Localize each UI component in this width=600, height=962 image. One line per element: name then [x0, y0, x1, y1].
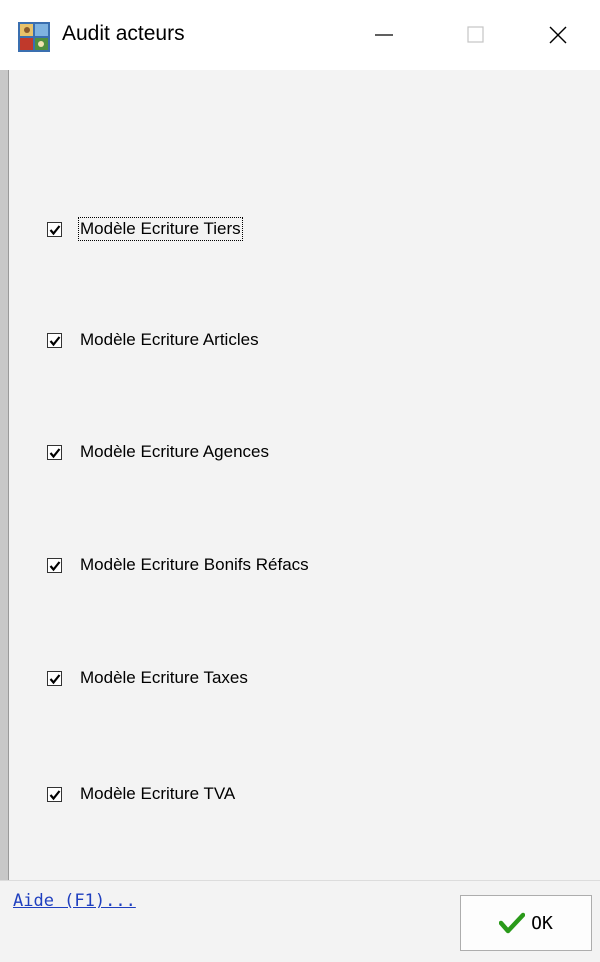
maximize-icon	[467, 26, 484, 43]
checkbox-label: Modèle Ecriture Articles	[80, 330, 259, 349]
check-icon	[49, 560, 61, 571]
checkbox-modele-ecriture-agences[interactable]: Modèle Ecriture Agences	[47, 440, 269, 464]
checkbox-modele-ecriture-tva[interactable]: Modèle Ecriture TVA	[47, 782, 235, 806]
checkbox-box[interactable]	[47, 332, 62, 348]
checkbox-box[interactable]	[47, 221, 62, 237]
checkbox-modele-ecriture-taxes[interactable]: Modèle Ecriture Taxes	[47, 666, 248, 690]
checkbox-label: Modèle Ecriture Bonifs Réfacs	[80, 555, 309, 574]
title-bar[interactable]: Audit acteurs	[0, 0, 600, 70]
minimize-icon	[375, 34, 393, 36]
maximize-button[interactable]	[430, 0, 522, 70]
close-button[interactable]	[515, 0, 600, 70]
dialog-window: Audit acteurs Modèle Ecriture Tiers Modè…	[0, 0, 600, 962]
dialog-content: Modèle Ecriture Tiers Modèle Ecriture Ar…	[9, 70, 600, 880]
minimize-button[interactable]	[338, 0, 430, 70]
checkbox-box[interactable]	[47, 786, 62, 802]
footer-divider	[0, 880, 600, 881]
checkbox-label: Modèle Ecriture Taxes	[80, 668, 248, 687]
ok-button[interactable]: OK	[460, 895, 592, 951]
window-left-border	[0, 70, 9, 880]
checkbox-modele-ecriture-tiers[interactable]: Modèle Ecriture Tiers	[47, 217, 243, 241]
check-icon	[49, 335, 61, 346]
checkbox-box[interactable]	[47, 557, 62, 573]
check-icon	[49, 447, 61, 458]
checkbox-modele-ecriture-bonifs-refacs[interactable]: Modèle Ecriture Bonifs Réfacs	[47, 553, 309, 577]
check-icon	[49, 224, 61, 235]
check-icon	[49, 789, 61, 800]
checkbox-box[interactable]	[47, 444, 62, 460]
checkbox-label: Modèle Ecriture Tiers	[78, 217, 243, 241]
checkbox-modele-ecriture-articles[interactable]: Modèle Ecriture Articles	[47, 328, 259, 352]
ok-button-label: OK	[531, 912, 553, 934]
app-icon	[18, 22, 50, 52]
checkbox-label: Modèle Ecriture Agences	[80, 442, 269, 461]
check-icon	[49, 673, 61, 684]
checkbox-box[interactable]	[47, 670, 62, 686]
help-link[interactable]: Aide (F1)...	[13, 891, 136, 911]
close-icon	[549, 26, 566, 44]
window-title: Audit acteurs	[62, 22, 185, 45]
checkbox-label: Modèle Ecriture TVA	[80, 784, 236, 803]
checkmark-icon	[499, 912, 526, 934]
